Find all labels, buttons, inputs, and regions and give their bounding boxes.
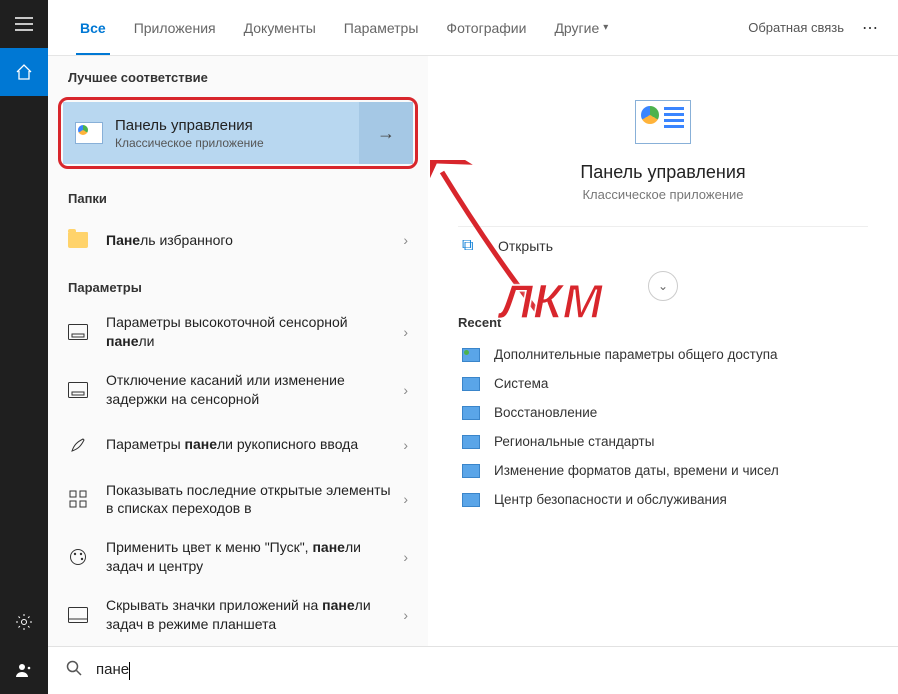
chevron-right-icon: › (403, 491, 408, 507)
expand-button[interactable]: ⌄ (648, 271, 678, 301)
settings-result[interactable]: Параметры высокоточной сенсорной панели … (48, 303, 428, 361)
chevron-right-icon: › (403, 382, 408, 398)
open-icon: ⧉ (462, 237, 486, 255)
chevron-right-icon: › (403, 549, 408, 565)
palette-icon (62, 541, 94, 573)
best-match-item[interactable]: Панель управления Классическое приложени… (63, 102, 413, 164)
tabs-bar: Все Приложения Документы Параметры Фотог… (48, 0, 898, 56)
tab-photos[interactable]: Фотографии (432, 0, 540, 55)
best-match-title: Панель управления (115, 117, 359, 134)
folder-icon (68, 232, 88, 248)
best-match-header: Лучшее соответствие (48, 56, 428, 93)
tab-apps[interactable]: Приложения (120, 0, 230, 55)
grid-icon (62, 483, 94, 515)
recent-header: Recent (458, 315, 868, 330)
touchpad-icon (62, 316, 94, 348)
recent-item[interactable]: Региональные стандарты (458, 427, 868, 456)
open-action[interactable]: ⧉ Открыть (458, 226, 868, 265)
recent-item[interactable]: Восстановление (458, 398, 868, 427)
best-match-subtitle: Классическое приложение (115, 136, 359, 150)
chevron-right-icon: › (403, 607, 408, 623)
chevron-right-icon: › (403, 437, 408, 453)
preview-pane: Панель управления Классическое приложени… (428, 56, 898, 646)
recent-icon (462, 435, 480, 449)
main-panel: Все Приложения Документы Параметры Фотог… (48, 0, 898, 694)
recent-item[interactable]: Центр безопасности и обслуживания (458, 485, 868, 514)
recent-item[interactable]: Дополнительные параметры общего доступа (458, 340, 868, 369)
folder-result[interactable]: Панель избранного › (48, 214, 428, 266)
preview-title: Панель управления (458, 162, 868, 183)
touchpad-icon (62, 374, 94, 406)
people-icon[interactable] (0, 646, 48, 694)
control-panel-icon-large (635, 100, 691, 144)
expand-arrow-icon[interactable]: → (359, 102, 413, 164)
preview-subtitle: Классическое приложение (458, 187, 868, 202)
search-input[interactable]: пане (96, 661, 880, 679)
more-icon[interactable]: ⋯ (862, 18, 880, 38)
feedback-link[interactable]: Обратная связь (748, 20, 844, 35)
folders-header: Папки (48, 177, 428, 214)
tab-settings[interactable]: Параметры (330, 0, 433, 55)
settings-result[interactable]: Отключение касаний или изменение задержк… (48, 361, 428, 419)
recent-icon (462, 406, 480, 420)
settings-header: Параметры (48, 266, 428, 303)
tab-all[interactable]: Все (66, 0, 120, 55)
search-bar: пане (48, 646, 898, 694)
recent-icon (462, 493, 480, 507)
recent-item[interactable]: Изменение форматов даты, времени и чисел (458, 456, 868, 485)
tab-other[interactable]: Другие▾ (540, 0, 622, 55)
recent-icon (462, 348, 480, 362)
left-vertical-bar (0, 0, 48, 694)
chevron-right-icon: › (403, 324, 408, 340)
settings-result[interactable]: Показывать последние открытые элементы в… (48, 471, 428, 529)
annotation-highlight: Панель управления Классическое приложени… (58, 97, 418, 169)
taskbar-icon (62, 599, 94, 631)
settings-result[interactable]: Скрывать значки приложений на панели зад… (48, 586, 428, 644)
search-icon (66, 660, 82, 681)
recent-icon (462, 464, 480, 478)
settings-icon[interactable] (0, 598, 48, 646)
recent-icon (462, 377, 480, 391)
settings-result[interactable]: Параметры панели рукописного ввода › (48, 419, 428, 471)
results-pane: Лучшее соответствие Панель управления Кл… (48, 56, 428, 646)
chevron-right-icon: › (403, 232, 408, 248)
chevron-down-icon: ▾ (603, 22, 608, 33)
settings-result[interactable]: Применить цвет к меню "Пуск", панели зад… (48, 528, 428, 586)
menu-icon[interactable] (0, 0, 48, 48)
pen-icon (62, 429, 94, 461)
tab-documents[interactable]: Документы (230, 0, 330, 55)
recent-item[interactable]: Система (458, 369, 868, 398)
control-panel-icon (63, 102, 115, 164)
home-icon[interactable] (0, 48, 48, 96)
